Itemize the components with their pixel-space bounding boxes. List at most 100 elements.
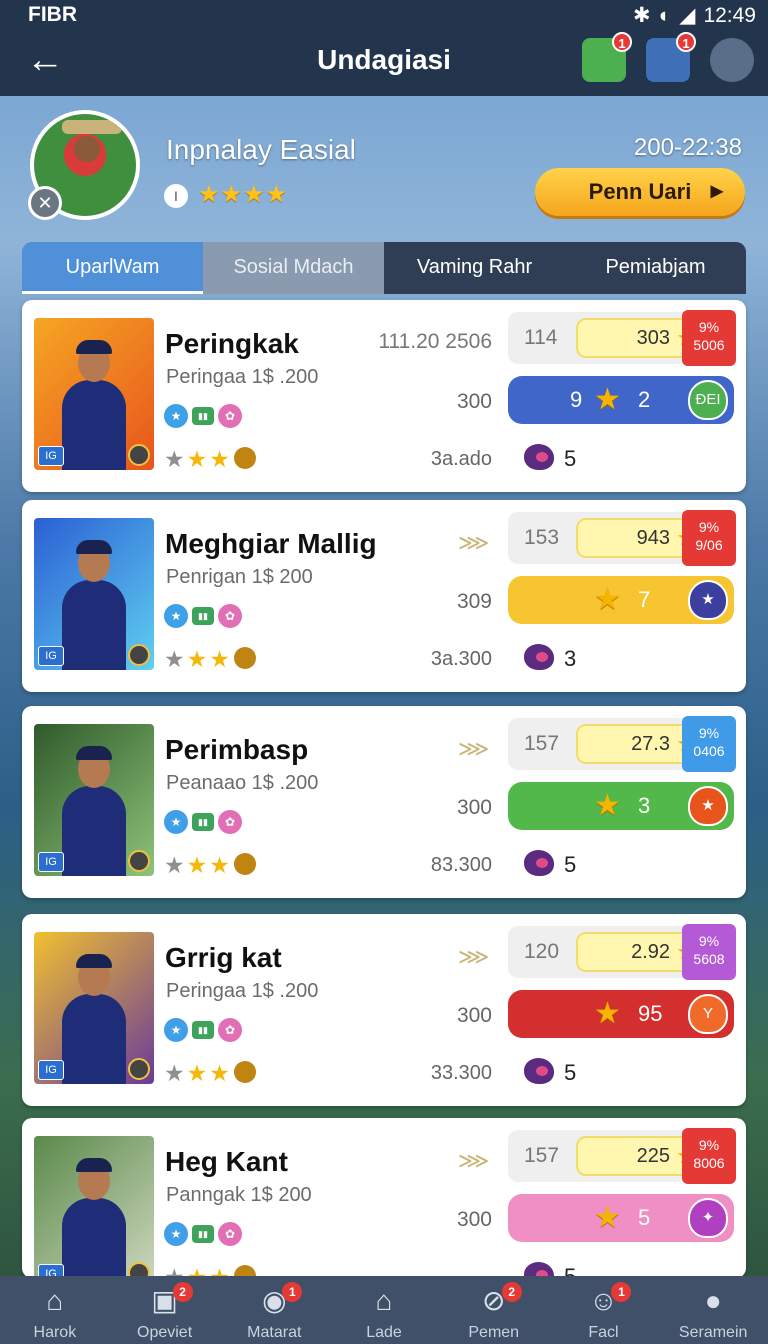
skill-icons: ★ ▮▮ ✿ [164,1018,242,1042]
level-pill[interactable]: 9 ★ 2 ĐEI [508,376,734,424]
user-icon: ● [704,1285,722,1316]
nav-item-seramein[interactable]: ● Seramein [658,1276,768,1344]
profile-avatar-icon[interactable] [710,38,754,82]
team-logo-icon: IG [38,646,64,666]
medal-icon [128,444,150,466]
player-card[interactable]: IG Grrig kat Peringaa 1$ .200 ★ ▮▮ ✿ ★★★… [22,914,746,1106]
nav-item-lade[interactable]: ⌂ Lade [329,1276,439,1344]
player-portrait: IG [34,932,154,1084]
nav-label: Lade [366,1324,402,1341]
wifi-icon: ◐ [658,3,672,27]
mascot-count: 3 [524,644,576,672]
star-count: 2.92 [631,941,670,963]
play-arrow-icon: ▶ [710,183,723,200]
profile-action-button[interactable]: Penn Uari ▶ [535,168,745,216]
nav-item-pemen[interactable]: ⊘ 2 Pemen [439,1276,549,1344]
skill-icons: ★ ▮▮ ✿ [164,1222,242,1246]
player-subtitle: Penrigan 1$ 200 [166,566,313,588]
star-count: 27.3 [631,733,670,755]
star-icon: ★ [594,997,621,1030]
level-pill[interactable]: ★ 3 ★ [508,782,734,830]
notification-badge: 1 [611,1282,632,1302]
player-card[interactable]: IG Heg Kant Panngak 1$ 200 ★ ▮▮ ✿ ★★★ ⋙ … [22,1118,746,1290]
star-count: 225 [636,1145,670,1167]
player-name: Grrig kat [165,942,282,973]
rank-chevron-icon: ⋙ [458,1148,490,1173]
app-bar: ← Undagiasi 1 1 [0,28,768,96]
shield-icon: ĐEI [688,380,728,420]
player-cap [76,1158,112,1172]
player-portrait: IG [34,724,154,876]
nav-item-opeviet[interactable]: ▣ 2 Opeviet [110,1276,220,1344]
pill-left-value: 9 [570,387,583,412]
pill-right-value: 5 [638,1205,651,1230]
player-cap [76,954,112,968]
percent-tag: 9% 5006 [682,310,736,366]
nav-item-harok[interactable]: ⌂ Harok [0,1276,110,1344]
tab-vaming-rahr[interactable]: Vaming Rahr [384,242,565,294]
profile-date: 200-22:38 [633,134,742,161]
star-skill-icon: ★ [164,404,188,428]
mascot-count-value: 3 [564,646,577,671]
mascot-icon [524,444,554,470]
trophy-icon [62,120,122,134]
skill-icons: ★ ▮▮ ✿ [164,404,242,428]
star-icon: ★ [594,789,621,822]
notification-badge: 2 [172,1282,193,1302]
percent-tag: 9% 0406 [682,716,736,772]
player-jersey [62,1198,126,1288]
level-pill[interactable]: ★ 7 ★ [508,576,734,624]
star-skill-icon: ★ [164,1018,188,1042]
tab-pemiabjam[interactable]: Pemiabjam [565,242,746,294]
stat-box: 157 27.3 ★ 9% 0406 [508,716,736,772]
percent-line1: 9% [698,319,720,335]
team-logo-icon: IG [38,852,64,872]
notification-badge: 2 [501,1282,522,1302]
flower-icon: ✿ [218,1018,242,1042]
tab-uparlwam[interactable]: UparlWam [22,242,203,294]
player-portrait: IG [34,318,154,470]
rating-value: 33.300 [430,1062,492,1084]
pill-right-value: 7 [638,587,651,612]
level-pill[interactable]: ★ 95 Y [508,990,734,1038]
team-logo-icon: IG [38,446,64,466]
percent-line2: 5608 [693,951,725,967]
percent-tag: 9% 5608 [682,924,736,980]
rank-chevron-icon: ⋙ [458,944,490,969]
player-name: Heg Kant [165,1146,288,1177]
player-cap [76,746,112,760]
star-count: 303 [636,327,670,349]
coin-icon [233,853,256,875]
play-store-icon[interactable]: 1 [582,32,632,82]
player-card[interactable]: IG Perimbasp Peanaao 1$ .200 ★ ▮▮ ✿ ★★★ … [22,706,746,898]
bluetooth-icon: ✱ [632,4,651,27]
star-skill-icon: ★ [164,810,188,834]
player-card[interactable]: IG Meghgiar Mallig Penrigan 1$ 200 ★ ▮▮ … [22,500,746,692]
nav-item-facl[interactable]: ☺ 1 Facl [549,1276,659,1344]
flower-icon: ✿ [218,810,242,834]
star-filled-icon: ★★ [186,1060,232,1086]
player-cap [76,340,112,354]
quest-icon[interactable]: 1 [646,32,696,82]
tag-icon: ▮▮ [192,1225,214,1243]
tab-bar: UparlWam Sosial Mdach Vaming Rahr Pemiab… [22,242,746,294]
medal-icon [128,850,150,872]
tag-icon: ▮▮ [192,607,214,625]
stat-number: 153 [524,526,560,549]
nav-item-matarat[interactable]: ◉ 1 Matarat [219,1276,329,1344]
skill-icons: ★ ▮▮ ✿ [164,810,242,834]
level-pill[interactable]: ★ 5 ✦ [508,1194,734,1242]
player-card[interactable]: IG Peringkak Peringaa 1$ .200 ★ ▮▮ ✿ ★★★… [22,300,746,492]
mascot-count: 5 [524,1058,576,1086]
nav-label: Facl [588,1324,619,1341]
percent-tag: 9% 8006 [682,1128,736,1184]
tab-sosial-mdach[interactable]: Sosial Mdach [203,242,384,294]
star-count: 943 [636,527,670,549]
stat-number: 114 [524,326,558,349]
rank-chevron-icon: ⋙ [458,530,490,555]
mascot-count-value: 5 [564,1060,577,1085]
player-name: Peringkak [165,328,299,359]
stat-box: 120 2.92 ★ 9% 5608 [508,924,736,980]
notification-badge: 1 [282,1282,303,1302]
player-portrait: IG [34,1136,154,1288]
